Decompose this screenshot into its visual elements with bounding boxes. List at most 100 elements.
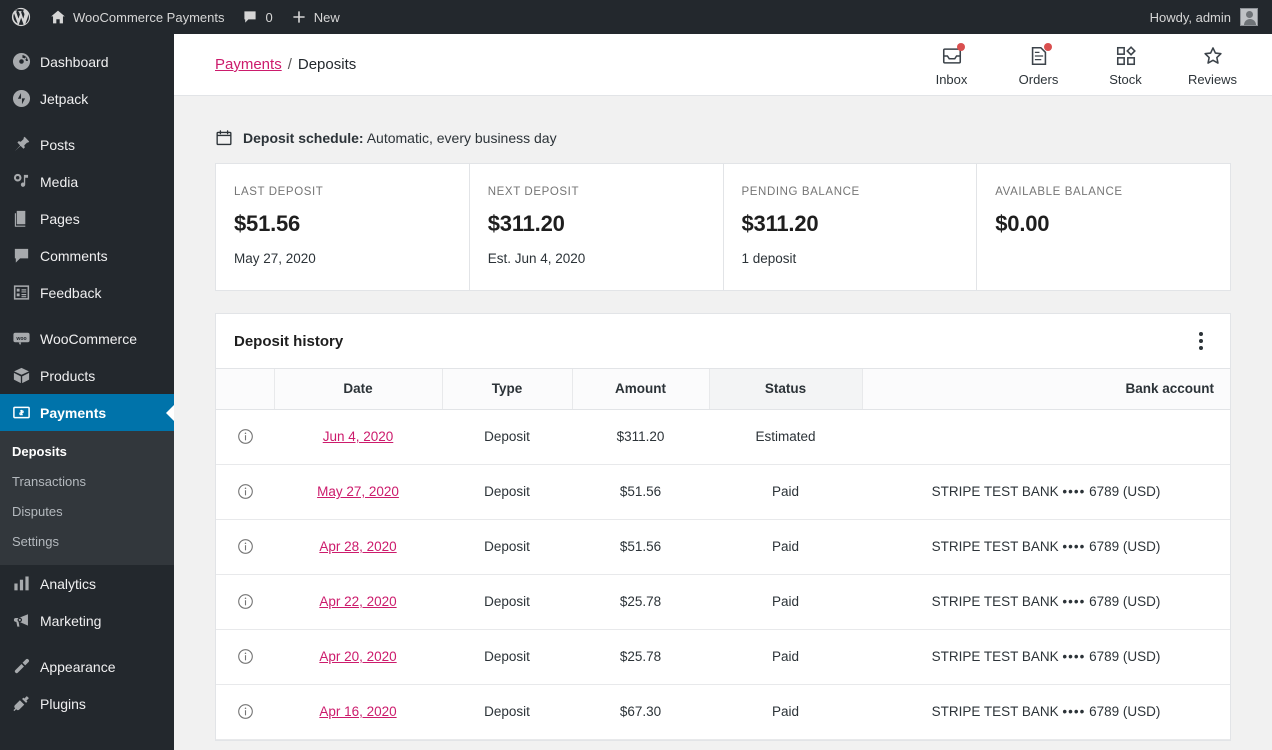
stock-button[interactable]: Stock (1082, 42, 1169, 87)
site-name-button[interactable]: WooCommerce Payments (41, 0, 233, 34)
table-row[interactable]: Apr 20, 2020 Deposit $25.78 Paid STRIPE … (216, 629, 1230, 685)
table-row[interactable]: May 27, 2020 Deposit $51.56 Paid STRIPE … (216, 464, 1230, 520)
account-menu[interactable]: Howdy, admin (1150, 8, 1272, 26)
sidebar-item-jetpack[interactable]: Jetpack (0, 80, 174, 117)
table-body: Jun 4, 2020 Deposit $311.20 Estimated Ma… (216, 409, 1230, 740)
sidebar-item-marketing[interactable]: Marketing (0, 602, 174, 639)
payments-submenu[interactable]: Deposits Transactions Disputes Settings (0, 431, 174, 565)
col-header-bank-account[interactable]: Bank account (862, 369, 1230, 410)
bank-name: STRIPE TEST BANK (931, 539, 1059, 554)
orders-button[interactable]: Orders (995, 42, 1082, 87)
kebab-dot (1199, 332, 1203, 336)
sidebar-item-plugins[interactable]: Plugins (0, 685, 174, 722)
deposit-date-link[interactable]: May 27, 2020 (317, 484, 399, 499)
row-date-cell: Apr 20, 2020 (274, 629, 442, 685)
sidebar-item-disputes[interactable]: Disputes (0, 497, 174, 527)
admin-sidebar[interactable]: Dashboard Jetpack Posts Media Pages Comm… (0, 34, 174, 750)
sidebar-item-pages[interactable]: Pages (0, 200, 174, 237)
row-type-cell: Deposit (442, 574, 572, 630)
deposit-schedule: Deposit schedule: Automatic, every busin… (215, 96, 1231, 163)
reviews-button[interactable]: Reviews (1169, 42, 1256, 87)
table-row[interactable]: Jun 4, 2020 Deposit $311.20 Estimated (216, 409, 1230, 465)
card-last-deposit: LAST DEPOSIT $51.56 May 27, 2020 (216, 164, 470, 290)
breadcrumb: Payments / Deposits (215, 56, 356, 73)
deposit-date-link[interactable]: Apr 22, 2020 (319, 594, 396, 609)
wordpress-logo-button[interactable] (0, 0, 41, 34)
row-info-cell[interactable] (216, 409, 274, 465)
sidebar-item-comments[interactable]: Comments (0, 237, 174, 274)
table-row[interactable]: Apr 28, 2020 Deposit $51.56 Paid STRIPE … (216, 519, 1230, 575)
row-status-cell: Paid (709, 629, 862, 685)
comments-bubble-button[interactable]: 0 (233, 0, 281, 34)
card-value: $51.56 (234, 211, 301, 236)
menu-separator-3 (0, 639, 174, 648)
deposit-date-link[interactable]: Apr 20, 2020 (319, 649, 396, 664)
sidebar-item-feedback[interactable]: Feedback (0, 274, 174, 311)
inbox-button[interactable]: Inbox (908, 42, 995, 87)
sidebar-item-label: Jetpack (40, 90, 89, 107)
media-icon (11, 172, 31, 192)
col-header-type[interactable]: Type (442, 369, 573, 410)
woo-icon: woo (11, 329, 31, 349)
pin-icon (11, 135, 31, 155)
sidebar-item-deposits[interactable]: Deposits (0, 437, 174, 467)
page-scroll-area: Deposit schedule: Automatic, every busin… (174, 96, 1272, 750)
table-header-row: Date Type Amount Status Bank account (216, 369, 1230, 410)
table-row[interactable]: Apr 22, 2020 Deposit $25.78 Paid STRIPE … (216, 574, 1230, 630)
sidebar-item-label: Comments (40, 247, 108, 264)
sidebar-item-transactions[interactable]: Transactions (0, 467, 174, 497)
kebab-menu-icon[interactable] (1186, 326, 1216, 356)
table-row[interactable]: Apr 16, 2020 Deposit $67.30 Paid STRIPE … (216, 684, 1230, 740)
sidebar-item-label: Dashboard (40, 53, 109, 70)
row-amount-cell: $51.56 (572, 519, 709, 575)
row-info-cell[interactable] (216, 464, 274, 520)
sidebar-item-label: Pages (40, 210, 80, 227)
col-header-status[interactable]: Status (709, 369, 863, 410)
sidebar-item-dashboard[interactable]: Dashboard (0, 43, 174, 80)
card-value: $311.20 (487, 211, 565, 236)
info-icon[interactable] (237, 483, 254, 500)
row-info-cell[interactable] (216, 684, 274, 740)
sidebar-item-settings[interactable]: Settings (0, 527, 174, 557)
balance-cards: LAST DEPOSIT $51.56 May 27, 2020 NEXT DE… (215, 163, 1231, 291)
deposit-date-link[interactable]: Jun 4, 2020 (323, 429, 394, 444)
breadcrumb-payments-link[interactable]: Payments (215, 56, 282, 73)
jetpack-icon (11, 89, 31, 109)
bank-name: STRIPE TEST BANK (931, 484, 1059, 499)
sidebar-item-posts[interactable]: Posts (0, 126, 174, 163)
row-type-cell: Deposit (442, 409, 572, 465)
sidebar-item-label: Appearance (40, 658, 116, 675)
info-icon[interactable] (237, 593, 254, 610)
bank-tail: 6789 (USD) (1089, 704, 1161, 719)
deposit-date-link[interactable]: Apr 28, 2020 (319, 539, 396, 554)
sidebar-item-appearance[interactable]: Appearance (0, 648, 174, 685)
row-info-cell[interactable] (216, 519, 274, 575)
sidebar-item-label: Plugins (40, 695, 86, 712)
sidebar-item-woocommerce[interactable]: woo WooCommerce (0, 320, 174, 357)
row-bank-cell: STRIPE TEST BANK •••• 6789 (USD) (862, 519, 1230, 575)
info-icon[interactable] (237, 648, 254, 665)
orders-icon (1027, 43, 1052, 68)
new-content-button[interactable]: New (282, 0, 349, 34)
row-date-cell: May 27, 2020 (274, 464, 442, 520)
info-icon[interactable] (237, 538, 254, 555)
sidebar-item-payments[interactable]: Payments (0, 394, 174, 431)
sidebar-item-analytics[interactable]: Analytics (0, 565, 174, 602)
topbar-actions: Inbox Orders Stock Reviews (908, 42, 1256, 87)
row-info-cell[interactable] (216, 629, 274, 685)
row-info-cell[interactable] (216, 574, 274, 630)
info-icon[interactable] (237, 428, 254, 445)
avatar (1240, 8, 1258, 26)
row-amount-cell: $51.56 (572, 464, 709, 520)
menu-spacer-top (0, 34, 174, 43)
row-status-cell: Estimated (709, 409, 862, 465)
col-header-date[interactable]: Date (274, 369, 443, 410)
sidebar-item-products[interactable]: Products (0, 357, 174, 394)
deposit-date-link[interactable]: Apr 16, 2020 (319, 704, 396, 719)
bank-dots: •••• (1062, 594, 1086, 609)
row-date-cell: Jun 4, 2020 (274, 409, 442, 465)
sidebar-item-media[interactable]: Media (0, 163, 174, 200)
col-header-amount[interactable]: Amount (572, 369, 710, 410)
info-icon[interactable] (237, 703, 254, 720)
sidebar-item-label: Feedback (40, 284, 102, 301)
